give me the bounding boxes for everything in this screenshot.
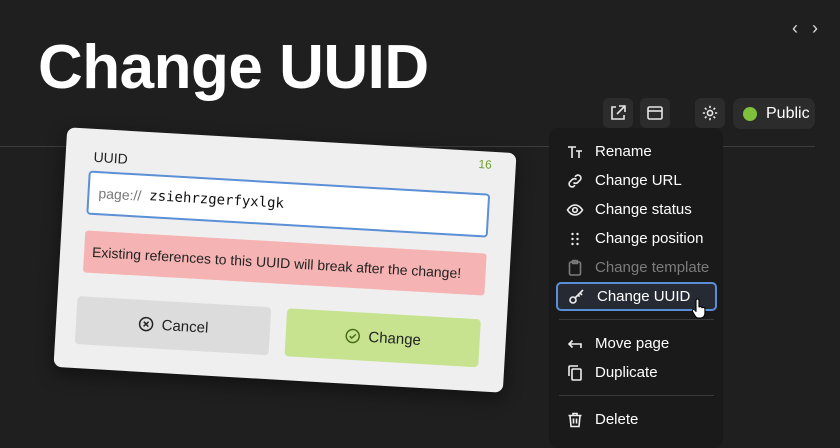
menu-item-change-position[interactable]: Change position	[556, 224, 717, 253]
menu-item-label: Duplicate	[595, 364, 658, 381]
cancel-icon	[138, 316, 153, 332]
menu-divider	[559, 395, 714, 396]
uuid-input[interactable]: page:// zsiehrzgerfyxlgk 16	[86, 157, 492, 238]
status-toggle[interactable]: Public	[733, 98, 815, 129]
copy-icon	[564, 362, 586, 384]
menu-item-label: Change status	[595, 201, 692, 218]
menu-item-rename[interactable]: Rename	[556, 137, 717, 166]
uuid-field-label: UUID	[93, 148, 129, 167]
menu-item-label: Delete	[595, 411, 639, 428]
hand-cursor-icon	[691, 298, 706, 319]
menu-item-label: Change URL	[595, 172, 682, 189]
external-link-icon	[611, 105, 626, 120]
change-button[interactable]: Change	[284, 308, 481, 368]
browser-window-icon	[647, 106, 663, 120]
change-uuid-dialog: UUID page:// zsiehrzgerfyxlgk 16 Existin…	[53, 127, 517, 393]
menu-item-label: Change position	[595, 230, 704, 247]
preview-window-button[interactable]	[640, 98, 670, 128]
change-label: Change	[367, 328, 422, 349]
eye-icon	[564, 199, 586, 221]
menu-item-change-status[interactable]: Change status	[556, 195, 717, 224]
menu-item-label: Change template	[595, 259, 710, 276]
link-icon	[564, 170, 586, 192]
arrow-left-icon	[564, 333, 586, 355]
menu-item-change-template: Change template	[556, 253, 717, 282]
menu-item-delete[interactable]: Delete	[556, 405, 717, 434]
key-icon	[566, 286, 588, 308]
open-external-button[interactable]	[603, 98, 633, 128]
menu-item-label: Move page	[595, 335, 670, 352]
check-circle-icon	[345, 328, 360, 344]
character-count: 16	[478, 156, 493, 172]
trash-icon	[564, 409, 586, 431]
menu-item-label: Change UUID	[597, 288, 691, 305]
status-dot	[743, 106, 757, 121]
page-title: Change UUID	[38, 33, 429, 102]
menu-item-change-url[interactable]: Change URL	[556, 166, 717, 195]
warning-message: Existing references to this UUID will br…	[82, 230, 487, 296]
settings-button[interactable]	[695, 98, 725, 128]
previous-page-icon[interactable]: ‹	[792, 18, 798, 38]
menu-item-move-page[interactable]: Move page	[556, 329, 717, 358]
cancel-label: Cancel	[161, 316, 209, 337]
uuid-value: zsiehrzgerfyxlgk	[148, 188, 285, 212]
menu-item-label: Rename	[595, 143, 652, 160]
page-options-menu: Rename Change URL Change status Change p…	[549, 128, 723, 448]
clipboard-icon	[564, 257, 586, 279]
status-label: Public	[766, 104, 810, 122]
gear-icon	[702, 105, 718, 121]
warning-text: Existing references to this UUID will br…	[91, 243, 462, 282]
page-navigation: ‹ ›	[792, 18, 818, 38]
menu-item-duplicate[interactable]: Duplicate	[556, 358, 717, 387]
next-page-icon[interactable]: ›	[812, 18, 818, 38]
drag-handle-icon	[564, 228, 586, 250]
cancel-button[interactable]: Cancel	[74, 296, 272, 356]
text-size-icon	[564, 141, 586, 163]
uuid-prefix: page://	[98, 185, 142, 204]
